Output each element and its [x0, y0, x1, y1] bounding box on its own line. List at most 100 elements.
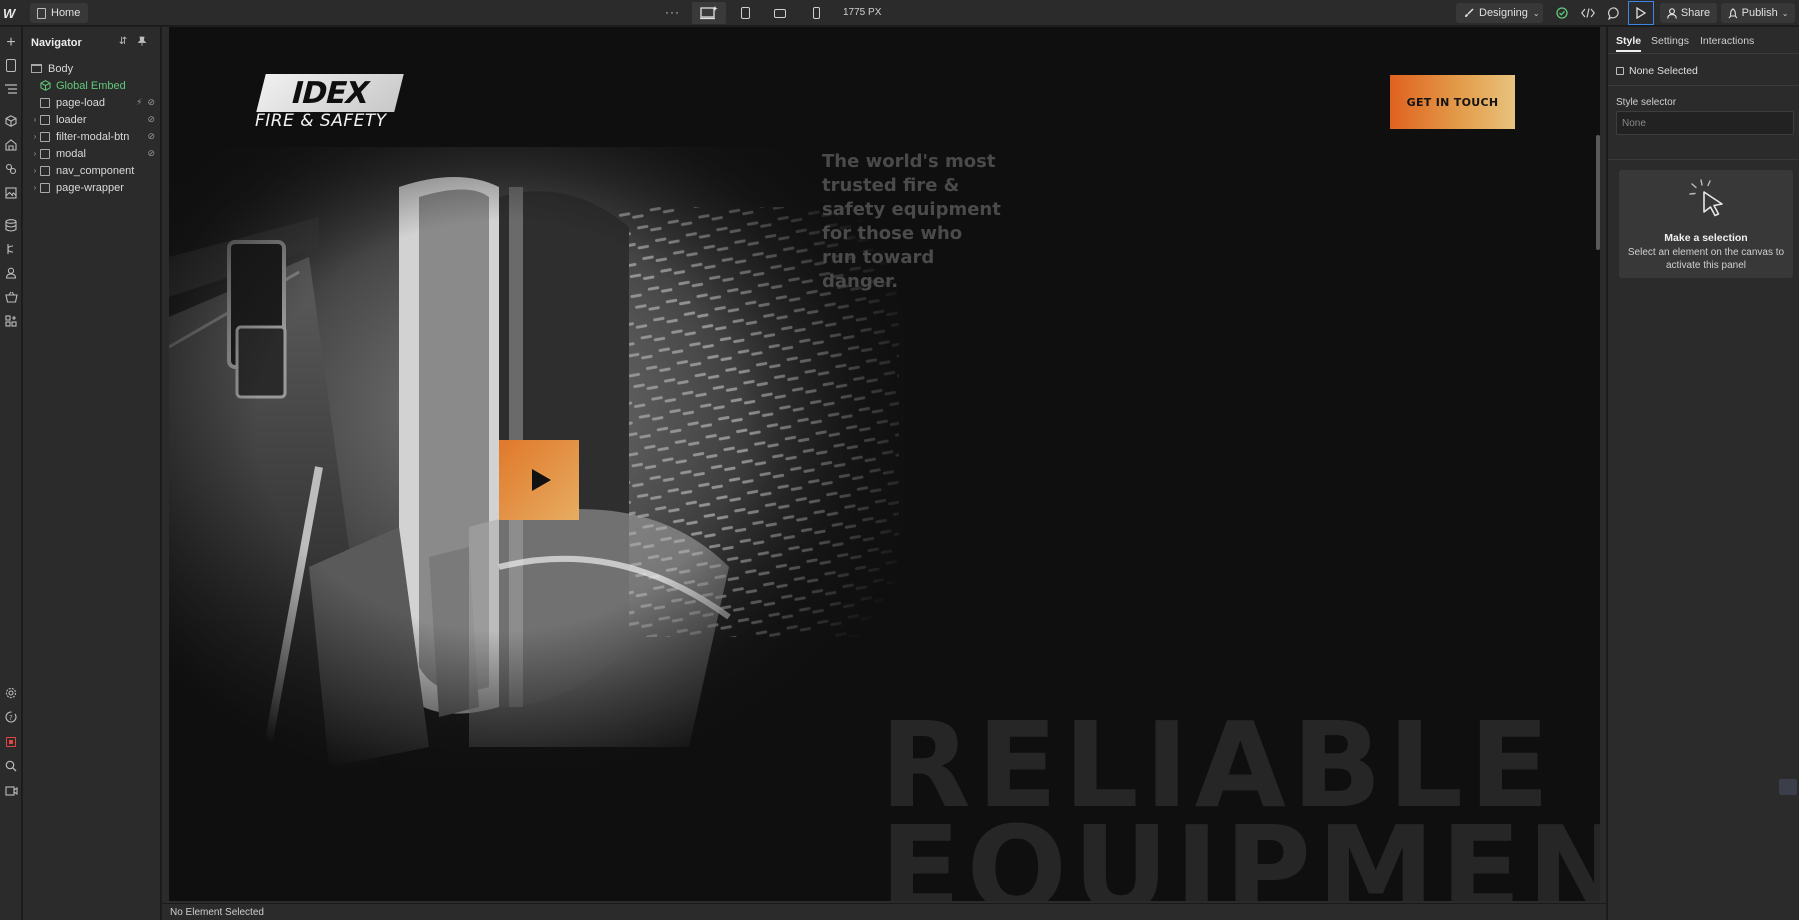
- hidden-eye-icon[interactable]: ⊘: [147, 148, 155, 159]
- page-switcher-button[interactable]: Home: [30, 3, 89, 23]
- tree-item-page-load[interactable]: page-load ⚡ ⊘: [23, 94, 161, 111]
- tab-style[interactable]: Style: [1616, 35, 1642, 52]
- navigator-title: Navigator: [31, 37, 82, 49]
- style-selector-input[interactable]: None: [1616, 111, 1794, 135]
- chevron-right-icon[interactable]: ›: [30, 149, 40, 158]
- publish-button[interactable]: Publish ⌄: [1721, 3, 1795, 23]
- mode-label: Designing: [1479, 7, 1528, 19]
- variables-icon[interactable]: [3, 137, 19, 153]
- hidden-eye-icon[interactable]: ⊘: [147, 131, 155, 142]
- tree-item-label: modal: [56, 147, 86, 160]
- div-block-icon: [40, 97, 50, 108]
- assistant-chip-icon[interactable]: [1779, 779, 1797, 795]
- div-block-icon: [40, 182, 50, 193]
- share-button[interactable]: Share: [1660, 3, 1717, 23]
- logic-icon[interactable]: [3, 241, 19, 257]
- hero-tagline[interactable]: The world's most trusted fire & safety e…: [822, 150, 1002, 294]
- tree-item-page-wrapper[interactable]: › page-wrapper: [23, 179, 161, 196]
- brush-icon: [1465, 8, 1474, 17]
- breakpoint-tablet-button[interactable]: [728, 2, 762, 24]
- component-icon: [40, 80, 51, 91]
- style-panel: Style Settings Interactions None Selecte…: [1607, 27, 1799, 920]
- div-block-icon: [40, 165, 50, 176]
- canvas-width-readout[interactable]: 1775 PX: [843, 7, 881, 18]
- tree-item-label: page-wrapper: [56, 181, 124, 194]
- status-text: No Element Selected: [170, 907, 264, 918]
- left-toolbar: + ?: [0, 27, 22, 920]
- empty-selection-title: Make a selection: [1664, 232, 1748, 244]
- pin-icon[interactable]: [137, 36, 147, 49]
- status-bar: No Element Selected: [162, 903, 1606, 920]
- selection-state-label: None Selected: [1629, 65, 1698, 77]
- user-icon: [1667, 7, 1677, 19]
- play-icon: [532, 469, 551, 491]
- tree-item-label: Global Embed: [56, 79, 126, 92]
- tree-item-label: loader: [56, 113, 87, 126]
- tree-item-filter-modal-btn[interactable]: › filter-modal-btn ⊘: [23, 128, 161, 145]
- hidden-eye-icon[interactable]: ⊘: [147, 97, 155, 108]
- webflow-logo[interactable]: W: [3, 6, 15, 21]
- add-icon[interactable]: +: [3, 35, 19, 51]
- brand-logo[interactable]: IDEX FIRE & SAFETY: [255, 74, 404, 132]
- tree-item-label: nav_component: [56, 164, 135, 177]
- chevron-right-icon[interactable]: ›: [30, 132, 40, 141]
- cursor-click-icon: [1689, 179, 1723, 217]
- tree-item-nav-component[interactable]: › nav_component: [23, 162, 161, 179]
- breakpoint-mobile-landscape-button[interactable]: [763, 2, 797, 24]
- empty-selection-description: Select an element on the canvas to activ…: [1627, 247, 1785, 271]
- tree-item-loader[interactable]: › loader ⊘: [23, 111, 161, 128]
- more-options-button[interactable]: ···: [665, 5, 680, 19]
- selection-state: None Selected: [1616, 65, 1698, 77]
- divider: [1608, 159, 1799, 160]
- play-icon: [1636, 7, 1646, 19]
- mobile-landscape-icon: [774, 8, 786, 18]
- tab-interactions[interactable]: Interactions: [1700, 35, 1754, 47]
- design-canvas[interactable]: IDEX FIRE & SAFETY GET IN TOUCH The worl…: [169, 27, 1600, 901]
- settings-icon[interactable]: [3, 685, 19, 701]
- assets-icon[interactable]: [3, 185, 19, 201]
- breakpoint-mobile-portrait-button[interactable]: [799, 2, 833, 24]
- breakpoint-desktop-base-button[interactable]: [692, 2, 726, 24]
- search-icon[interactable]: [3, 758, 19, 774]
- comments-icon[interactable]: [1604, 4, 1624, 22]
- headline-equipment[interactable]: EQUIPMENT.: [880, 810, 1600, 901]
- cms-icon[interactable]: [3, 217, 19, 233]
- pages-icon[interactable]: [3, 57, 19, 73]
- chevron-right-icon[interactable]: ›: [30, 115, 40, 124]
- chevron-right-icon[interactable]: ›: [30, 183, 40, 192]
- preview-button[interactable]: [1628, 1, 1654, 25]
- canvas-scrollbar[interactable]: [1596, 135, 1600, 250]
- brand-mark: IDEX: [256, 74, 404, 112]
- tab-settings[interactable]: Settings: [1651, 35, 1689, 47]
- page-name: Home: [51, 7, 81, 19]
- svg-text:?: ?: [9, 714, 13, 722]
- play-video-button[interactable]: [499, 440, 579, 520]
- canvas-area: IDEX FIRE & SAFETY GET IN TOUCH The worl…: [162, 27, 1606, 903]
- navigator-icon[interactable]: [3, 81, 19, 97]
- expand-collapse-icon[interactable]: ⇵: [119, 36, 127, 47]
- mode-dropdown[interactable]: Designing ⌄: [1456, 3, 1543, 23]
- ecommerce-icon[interactable]: [3, 289, 19, 305]
- top-bar: W Home ··· 1775 PX Designing ⌄ Share Pub…: [0, 0, 1799, 26]
- chevron-right-icon[interactable]: ›: [30, 166, 40, 175]
- element-box-icon: [1616, 67, 1624, 75]
- site-status-check-icon[interactable]: [1552, 4, 1572, 22]
- components-icon[interactable]: [3, 113, 19, 129]
- apps-icon[interactable]: [3, 313, 19, 329]
- video-icon[interactable]: [3, 782, 19, 798]
- page-icon: [37, 7, 46, 19]
- tree-item-body[interactable]: Body: [23, 60, 161, 77]
- styles-icon[interactable]: [3, 161, 19, 177]
- divider: [1608, 85, 1799, 86]
- tree-item-modal[interactable]: › modal ⊘: [23, 145, 161, 162]
- interaction-bolt-icon: ⚡: [136, 97, 143, 107]
- hidden-eye-icon[interactable]: ⊘: [147, 114, 155, 125]
- tree-item-label: filter-modal-btn: [56, 130, 130, 143]
- code-icon[interactable]: [1578, 4, 1598, 22]
- users-icon[interactable]: [3, 265, 19, 281]
- audit-icon[interactable]: [3, 734, 19, 750]
- help-icon[interactable]: ?: [3, 709, 19, 725]
- get-in-touch-button[interactable]: GET IN TOUCH: [1390, 75, 1515, 129]
- tree-item-global-embed[interactable]: Global Embed: [23, 77, 161, 94]
- share-label: Share: [1680, 7, 1711, 19]
